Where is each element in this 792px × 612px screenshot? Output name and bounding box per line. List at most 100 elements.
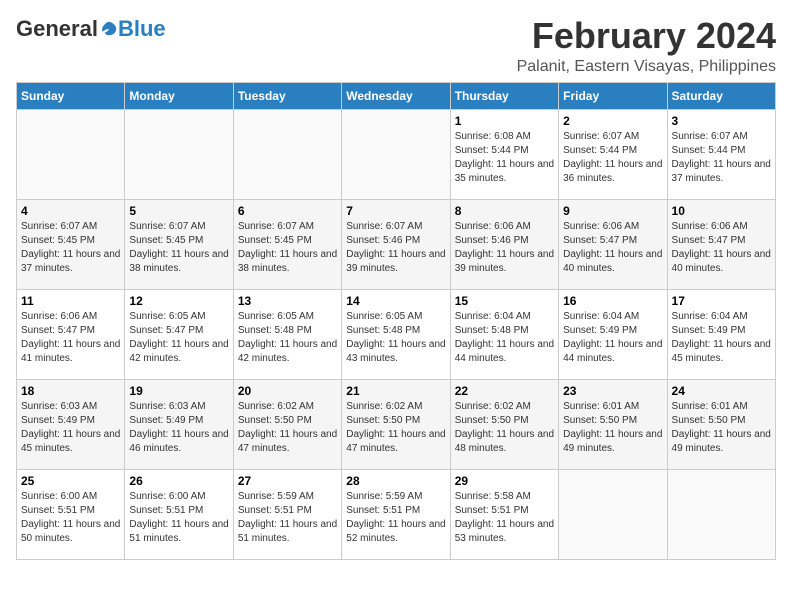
day-info: Sunrise: 6:05 AM Sunset: 5:47 PM Dayligh… (129, 310, 228, 366)
sunrise-text: Sunrise: 5:59 AM (238, 491, 314, 502)
day-number: 17 (672, 294, 771, 308)
day-info: Sunrise: 6:03 AM Sunset: 5:49 PM Dayligh… (21, 400, 120, 456)
day-number: 15 (455, 294, 554, 308)
calendar-week-row: 1 Sunrise: 6:08 AM Sunset: 5:44 PM Dayli… (17, 109, 776, 199)
daylight-text: Daylight: 11 hours and 47 minutes. (238, 429, 337, 454)
daylight-text: Daylight: 11 hours and 43 minutes. (346, 339, 445, 364)
sunrise-text: Sunrise: 6:00 AM (21, 491, 97, 502)
sunrise-text: Sunrise: 6:06 AM (455, 221, 531, 232)
table-row: 1 Sunrise: 6:08 AM Sunset: 5:44 PM Dayli… (450, 109, 558, 199)
day-info: Sunrise: 6:01 AM Sunset: 5:50 PM Dayligh… (672, 400, 771, 456)
day-number: 29 (455, 474, 554, 488)
sunset-text: Sunset: 5:44 PM (672, 145, 746, 156)
day-info: Sunrise: 6:05 AM Sunset: 5:48 PM Dayligh… (346, 310, 445, 366)
day-info: Sunrise: 6:06 AM Sunset: 5:47 PM Dayligh… (563, 220, 662, 276)
sunrise-text: Sunrise: 6:07 AM (346, 221, 422, 232)
sunset-text: Sunset: 5:51 PM (129, 505, 203, 516)
daylight-text: Daylight: 11 hours and 47 minutes. (346, 429, 445, 454)
day-info: Sunrise: 6:08 AM Sunset: 5:44 PM Dayligh… (455, 130, 554, 186)
daylight-text: Daylight: 11 hours and 41 minutes. (21, 339, 120, 364)
table-row: 19 Sunrise: 6:03 AM Sunset: 5:49 PM Dayl… (125, 379, 233, 469)
sunset-text: Sunset: 5:49 PM (129, 415, 203, 426)
daylight-text: Daylight: 11 hours and 44 minutes. (563, 339, 662, 364)
table-row: 11 Sunrise: 6:06 AM Sunset: 5:47 PM Dayl… (17, 289, 125, 379)
day-number: 25 (21, 474, 120, 488)
daylight-text: Daylight: 11 hours and 42 minutes. (129, 339, 228, 364)
day-number: 12 (129, 294, 228, 308)
header-tuesday: Tuesday (233, 82, 341, 109)
daylight-text: Daylight: 11 hours and 51 minutes. (238, 519, 337, 544)
day-number: 1 (455, 114, 554, 128)
day-number: 24 (672, 384, 771, 398)
day-info: Sunrise: 6:04 AM Sunset: 5:49 PM Dayligh… (563, 310, 662, 366)
day-number: 16 (563, 294, 662, 308)
sunset-text: Sunset: 5:51 PM (346, 505, 420, 516)
daylight-text: Daylight: 11 hours and 52 minutes. (346, 519, 445, 544)
day-info: Sunrise: 6:07 AM Sunset: 5:44 PM Dayligh… (563, 130, 662, 186)
day-info: Sunrise: 6:07 AM Sunset: 5:45 PM Dayligh… (238, 220, 337, 276)
day-info: Sunrise: 6:00 AM Sunset: 5:51 PM Dayligh… (21, 490, 120, 546)
day-info: Sunrise: 6:02 AM Sunset: 5:50 PM Dayligh… (238, 400, 337, 456)
sunset-text: Sunset: 5:50 PM (346, 415, 420, 426)
sunset-text: Sunset: 5:45 PM (129, 235, 203, 246)
sunset-text: Sunset: 5:51 PM (455, 505, 529, 516)
day-number: 7 (346, 204, 445, 218)
table-row: 12 Sunrise: 6:05 AM Sunset: 5:47 PM Dayl… (125, 289, 233, 379)
daylight-text: Daylight: 11 hours and 39 minutes. (455, 249, 554, 274)
day-info: Sunrise: 5:59 AM Sunset: 5:51 PM Dayligh… (238, 490, 337, 546)
day-number: 2 (563, 114, 662, 128)
table-row: 24 Sunrise: 6:01 AM Sunset: 5:50 PM Dayl… (667, 379, 775, 469)
sunset-text: Sunset: 5:50 PM (455, 415, 529, 426)
sunrise-text: Sunrise: 6:01 AM (563, 401, 639, 412)
sunrise-text: Sunrise: 5:59 AM (346, 491, 422, 502)
day-number: 22 (455, 384, 554, 398)
location-title: Palanit, Eastern Visayas, Philippines (517, 58, 776, 76)
daylight-text: Daylight: 11 hours and 42 minutes. (238, 339, 337, 364)
sunrise-text: Sunrise: 6:07 AM (563, 131, 639, 142)
sunrise-text: Sunrise: 6:04 AM (672, 311, 748, 322)
daylight-text: Daylight: 11 hours and 51 minutes. (129, 519, 228, 544)
day-number: 14 (346, 294, 445, 308)
header-friday: Friday (559, 82, 667, 109)
daylight-text: Daylight: 11 hours and 49 minutes. (672, 429, 771, 454)
daylight-text: Daylight: 11 hours and 35 minutes. (455, 159, 554, 184)
day-number: 3 (672, 114, 771, 128)
daylight-text: Daylight: 11 hours and 49 minutes. (563, 429, 662, 454)
daylight-text: Daylight: 11 hours and 50 minutes. (21, 519, 120, 544)
weekday-header-row: Sunday Monday Tuesday Wednesday Thursday… (17, 82, 776, 109)
sunrise-text: Sunrise: 6:02 AM (455, 401, 531, 412)
calendar-week-row: 18 Sunrise: 6:03 AM Sunset: 5:49 PM Dayl… (17, 379, 776, 469)
day-info: Sunrise: 6:07 AM Sunset: 5:44 PM Dayligh… (672, 130, 771, 186)
sunrise-text: Sunrise: 6:02 AM (238, 401, 314, 412)
sunrise-text: Sunrise: 6:06 AM (672, 221, 748, 232)
daylight-text: Daylight: 11 hours and 40 minutes. (672, 249, 771, 274)
daylight-text: Daylight: 11 hours and 45 minutes. (21, 429, 120, 454)
sunset-text: Sunset: 5:51 PM (21, 505, 95, 516)
header-sunday: Sunday (17, 82, 125, 109)
table-row: 20 Sunrise: 6:02 AM Sunset: 5:50 PM Dayl… (233, 379, 341, 469)
day-info: Sunrise: 6:07 AM Sunset: 5:46 PM Dayligh… (346, 220, 445, 276)
sunrise-text: Sunrise: 6:03 AM (21, 401, 97, 412)
daylight-text: Daylight: 11 hours and 46 minutes. (129, 429, 228, 454)
table-row: 3 Sunrise: 6:07 AM Sunset: 5:44 PM Dayli… (667, 109, 775, 199)
day-info: Sunrise: 6:06 AM Sunset: 5:47 PM Dayligh… (672, 220, 771, 276)
daylight-text: Daylight: 11 hours and 45 minutes. (672, 339, 771, 364)
table-row: 22 Sunrise: 6:02 AM Sunset: 5:50 PM Dayl… (450, 379, 558, 469)
sunrise-text: Sunrise: 6:04 AM (563, 311, 639, 322)
daylight-text: Daylight: 11 hours and 44 minutes. (455, 339, 554, 364)
table-row: 29 Sunrise: 5:58 AM Sunset: 5:51 PM Dayl… (450, 469, 558, 559)
day-number: 23 (563, 384, 662, 398)
table-row: 21 Sunrise: 6:02 AM Sunset: 5:50 PM Dayl… (342, 379, 450, 469)
day-number: 28 (346, 474, 445, 488)
sunrise-text: Sunrise: 6:05 AM (129, 311, 205, 322)
sunset-text: Sunset: 5:47 PM (563, 235, 637, 246)
logo-bird-icon (100, 20, 118, 38)
table-row: 7 Sunrise: 6:07 AM Sunset: 5:46 PM Dayli… (342, 199, 450, 289)
sunrise-text: Sunrise: 6:03 AM (129, 401, 205, 412)
sunset-text: Sunset: 5:49 PM (21, 415, 95, 426)
daylight-text: Daylight: 11 hours and 53 minutes. (455, 519, 554, 544)
sunset-text: Sunset: 5:50 PM (672, 415, 746, 426)
sunset-text: Sunset: 5:45 PM (21, 235, 95, 246)
day-info: Sunrise: 6:02 AM Sunset: 5:50 PM Dayligh… (455, 400, 554, 456)
table-row: 5 Sunrise: 6:07 AM Sunset: 5:45 PM Dayli… (125, 199, 233, 289)
